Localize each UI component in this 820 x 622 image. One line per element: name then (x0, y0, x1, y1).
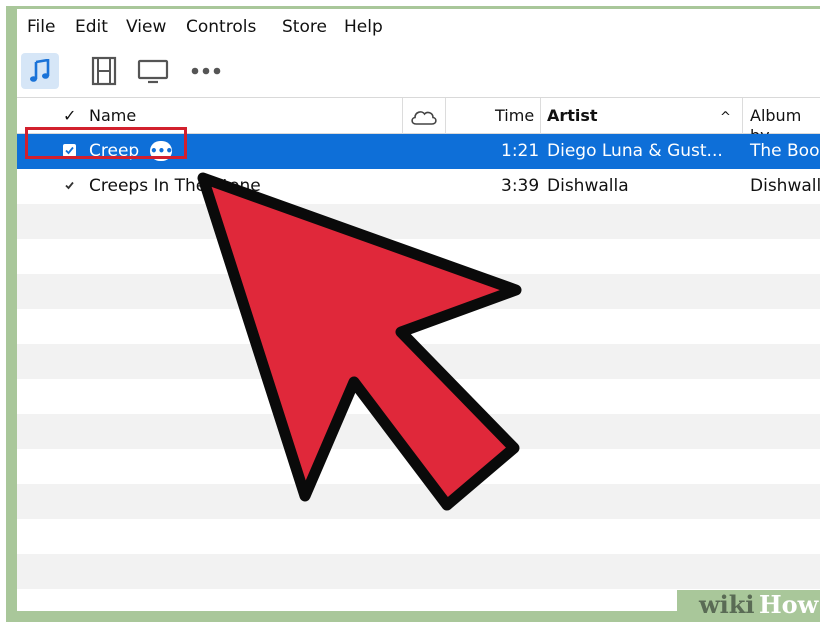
pointer-arrow-icon (197, 172, 522, 511)
watermark-suffix: How (759, 590, 819, 619)
watermark-prefix: wiki (699, 590, 755, 619)
wikihow-watermark: wiki How (677, 590, 820, 620)
